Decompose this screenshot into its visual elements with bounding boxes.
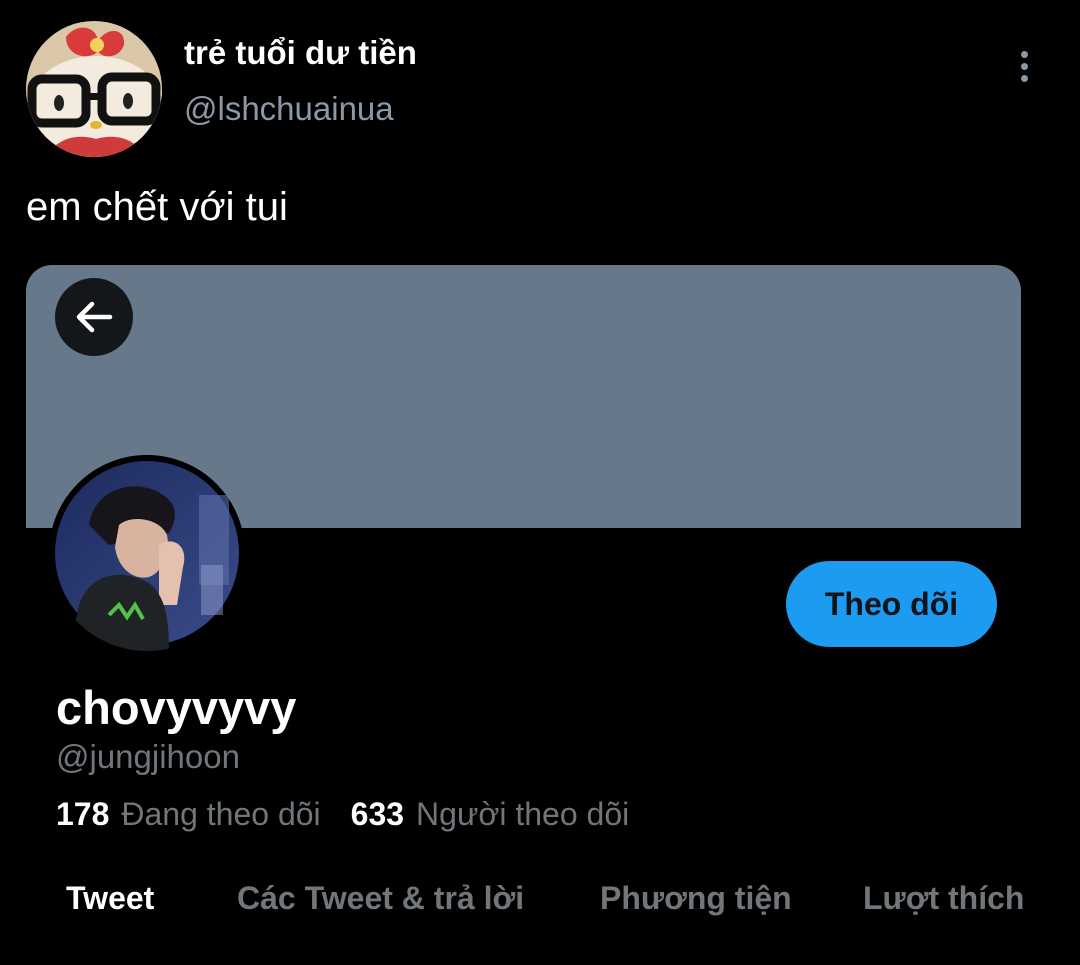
tab-tweets[interactable]: Tweet bbox=[66, 880, 154, 917]
more-options-button[interactable] bbox=[1004, 44, 1044, 88]
profile-handle: @jungjihoon bbox=[56, 738, 240, 775]
followers-label: Người theo dõi bbox=[416, 796, 630, 832]
tab-likes[interactable]: Lượt thích bbox=[863, 880, 1024, 917]
arrow-left-icon bbox=[76, 301, 113, 333]
following-label: Đang theo dõi bbox=[121, 796, 321, 832]
more-vertical-icon bbox=[1020, 50, 1028, 58]
followers-stat[interactable]: 633 Người theo dõi bbox=[351, 796, 630, 833]
author-handle[interactable]: @lshchuainua bbox=[184, 90, 394, 128]
follow-button[interactable]: Theo dõi bbox=[786, 561, 997, 647]
tab-tweets-and-replies[interactable]: Các Tweet & trả lời bbox=[237, 880, 524, 917]
more-vertical-icon-dot bbox=[1020, 62, 1028, 70]
profile-photo-icon bbox=[49, 455, 245, 651]
profile-display-name: chovyvyvy bbox=[56, 681, 297, 734]
back-button[interactable] bbox=[55, 278, 133, 356]
followers-count: 633 bbox=[350, 796, 405, 832]
profile-stats: 178 Đang theo dõi 633 Người theo dõi bbox=[56, 796, 629, 833]
more-vertical-icon-dot bbox=[1020, 74, 1028, 82]
profile-avatar[interactable] bbox=[49, 455, 245, 651]
hello-kitty-avatar-icon bbox=[26, 21, 162, 157]
author-avatar[interactable] bbox=[26, 21, 162, 157]
tweet-text: em chết với tui bbox=[26, 185, 288, 229]
following-stat[interactable]: 178 Đang theo dõi bbox=[56, 796, 321, 833]
following-count: 178 bbox=[56, 796, 110, 832]
author-display-name[interactable]: trẻ tuổi dư tiền bbox=[184, 34, 417, 72]
tab-media[interactable]: Phương tiện bbox=[600, 880, 792, 917]
